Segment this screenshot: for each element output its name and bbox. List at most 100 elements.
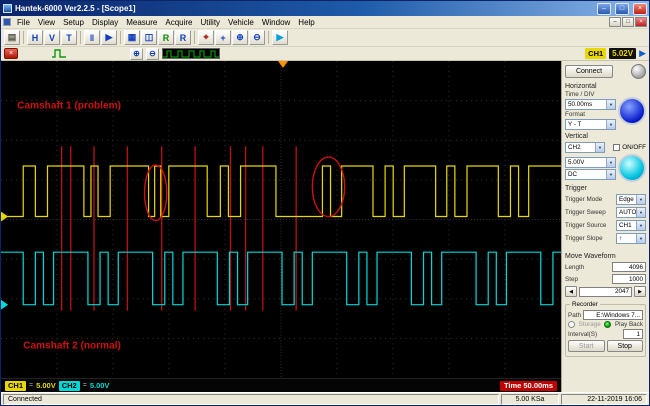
channel-select[interactable]: CH2 ▼	[565, 142, 605, 153]
toolbar-separator	[268, 31, 269, 44]
format-select[interactable]: Y - T ▼	[565, 119, 616, 130]
cursor-button[interactable]: +	[215, 30, 231, 45]
trigger-button[interactable]: T	[61, 30, 77, 45]
ch1-voltage-readout: 5.02V	[609, 48, 637, 59]
menu-file[interactable]: File	[13, 18, 34, 27]
trigger-sweep-value: AUTO	[619, 209, 636, 216]
toolbar-row2: × ⊕ ⊖ CH1 5.02V ▶	[1, 47, 649, 61]
horizontal-button[interactable]: H	[27, 30, 43, 45]
menu-measure[interactable]: Measure	[122, 18, 161, 27]
menu-setup[interactable]: Setup	[59, 18, 88, 27]
trigger-source-label: Trigger Source	[565, 222, 607, 229]
playback-radio[interactable]	[604, 321, 612, 328]
menubar: File View Setup Display Measure Acquire Utilit…	[1, 16, 649, 29]
single-seq-button[interactable]: ▶	[101, 30, 117, 45]
move-left-button[interactable]: ◀	[565, 286, 577, 297]
refresh-button[interactable]: R	[175, 30, 191, 45]
pause-button[interactable]: ‖	[84, 30, 100, 45]
close-button[interactable]: ×	[633, 2, 647, 15]
chevron-down-icon: ▼	[636, 195, 645, 204]
menu-help[interactable]: Help	[294, 18, 318, 27]
menu-utility[interactable]: Utility	[196, 18, 224, 27]
chevron-down-icon: ▼	[606, 157, 615, 167]
menu-window[interactable]: Window	[258, 18, 294, 27]
split-screen-button[interactable]: ◫	[141, 30, 157, 45]
step-field[interactable]: 1000	[612, 274, 646, 284]
play-indicator-icon[interactable]: ▶	[639, 48, 646, 59]
interval-label: Interval(S)	[568, 330, 598, 338]
trigger-position-marker[interactable]	[277, 61, 289, 68]
recorder-title: Recorder	[570, 301, 600, 308]
menu-view[interactable]: View	[34, 18, 59, 27]
trigger-sweep-label: Trigger Sweep	[565, 209, 606, 216]
time-div-select[interactable]: 50.00ms ▼	[565, 99, 616, 110]
scope-area: Camshaft 1 (problem) Camshaft 2 (normal) …	[1, 61, 561, 392]
chevron-down-icon: ▼	[606, 169, 615, 179]
new-file-button[interactable]: ▤	[4, 30, 20, 45]
zoom-out-small-button[interactable]: ⊖	[146, 47, 159, 60]
trigger-slope-label: Trigger Slope	[565, 235, 603, 242]
child-close-button[interactable]: ×	[635, 17, 647, 27]
footer-ch2-volts: 5.00V	[89, 381, 110, 390]
statusbar: Connected 5.00 KSa 22-11-2019 16:06	[1, 392, 649, 405]
path-field[interactable]: E:\Windows 7...	[582, 310, 643, 320]
sample-rate: 5.00 KSa	[501, 393, 559, 405]
zoom-out-button[interactable]: ⊖	[249, 30, 265, 45]
position-field[interactable]: 2047	[579, 286, 632, 297]
trigger-level-knob[interactable]	[631, 64, 646, 79]
horizontal-section-title: Horizontal	[565, 83, 597, 90]
grid-display-button[interactable]: ▦	[124, 30, 140, 45]
format-label: Format	[565, 111, 585, 118]
trigger-sweep-select[interactable]: AUTO ▼	[616, 207, 646, 218]
trigger-mode-label: Trigger Mode	[565, 196, 603, 203]
trigger-slope-select[interactable]: ↑ ▼	[616, 233, 646, 244]
length-label: Length	[565, 263, 585, 271]
ch2-position-marker[interactable]	[1, 299, 9, 310]
vertical-button[interactable]: V	[44, 30, 60, 45]
minimize-button[interactable]: –	[597, 2, 611, 15]
auto-set-button[interactable]: R	[158, 30, 174, 45]
chevron-down-icon: ▼	[606, 100, 615, 109]
stop-acquisition-button[interactable]: ×	[4, 48, 18, 59]
volts-div-value: 5.00V	[568, 158, 585, 166]
menu-display[interactable]: Display	[88, 18, 122, 27]
zoom-in-small-button[interactable]: ⊕	[130, 47, 143, 60]
run-button[interactable]: ▶	[272, 30, 288, 45]
record-stop-button[interactable]: Stop	[606, 340, 643, 352]
menu-vehicle[interactable]: Vehicle	[224, 18, 258, 27]
child-restore-button[interactable]: □	[622, 17, 634, 27]
interval-field[interactable]: 1	[623, 329, 643, 339]
toolbar-separator	[80, 31, 81, 44]
playback-label: Play Back	[614, 321, 643, 328]
footer-ch2-badge[interactable]: CH2	[58, 380, 80, 391]
toolbar-separator	[120, 31, 121, 44]
titlebar: Hantek-6000 Ver2.2.5 - [Scope1] – □ ×	[1, 1, 649, 16]
volts-div-knob[interactable]	[618, 154, 646, 182]
length-field[interactable]: 4096	[612, 262, 646, 272]
window-title: Hantek-6000 Ver2.2.5 - [Scope1]	[15, 4, 136, 13]
footer-ch1-badge[interactable]: CH1	[5, 380, 27, 391]
ch1-coupling-icon: =	[29, 382, 34, 389]
move-waveform-title: Move Waveform	[565, 253, 616, 260]
trigger-source-select[interactable]: CH1 ▼	[616, 220, 646, 231]
measure-button[interactable]: ⌖	[198, 30, 214, 45]
coupling-select[interactable]: DC ▼	[565, 168, 616, 180]
start-button[interactable]: Start	[568, 340, 605, 352]
connect-button[interactable]: Connect	[565, 65, 613, 78]
trigger-mode-select[interactable]: Edge ▼	[616, 194, 646, 205]
control-panel: Connect Horizontal Time / DIV 50.00ms ▼ …	[561, 61, 649, 392]
channel-onoff-toggle[interactable]: ON/OFF	[613, 144, 646, 151]
maximize-button[interactable]: □	[615, 2, 629, 15]
time-div-knob[interactable]	[618, 96, 646, 125]
volts-div-select[interactable]: 5.00V ▼	[565, 156, 616, 168]
zoom-in-button[interactable]: ⊕	[232, 30, 248, 45]
scope-footer: CH1 = 5.00V CH2 = 5.00V Time 50.00ms	[1, 378, 561, 392]
checkbox-icon	[613, 144, 621, 151]
storage-radio[interactable]	[568, 321, 575, 328]
onoff-label: ON/OFF	[622, 144, 646, 151]
scope-plot[interactable]: Camshaft 1 (problem) Camshaft 2 (normal)	[1, 61, 561, 378]
menu-acquire[interactable]: Acquire	[161, 18, 196, 27]
move-right-button[interactable]: ▶	[634, 286, 646, 297]
child-minimize-button[interactable]: –	[609, 17, 621, 27]
footer-timebase-badge: Time 50.00ms	[499, 380, 557, 391]
